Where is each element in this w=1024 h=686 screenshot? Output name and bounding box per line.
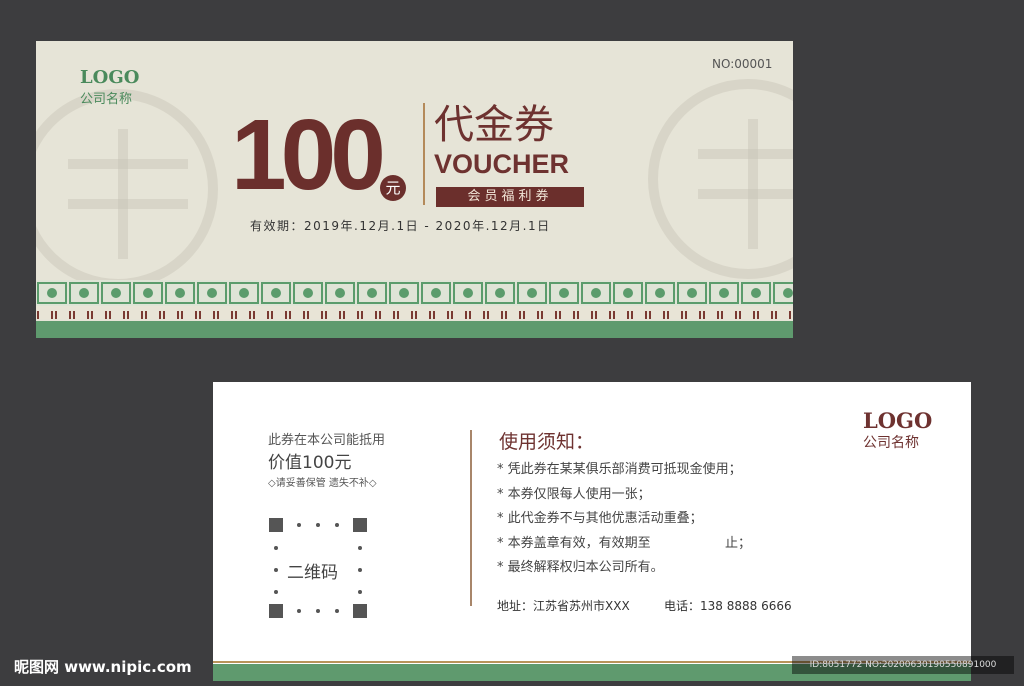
- redeem-line-1: 此券在本公司能抵用: [268, 433, 386, 448]
- qr-code-label: 二维码: [287, 563, 338, 583]
- rule-item: * 凭此券在某某俱乐部消费可抵现金使用；: [497, 462, 742, 477]
- voucher-title-cn: 代金券: [434, 102, 554, 148]
- fret-band: [36, 306, 793, 319]
- phone: 电话：138 8888 6666: [664, 599, 792, 613]
- voucher-title-en: VOUCHER: [434, 149, 570, 179]
- back-company-name: 公司名称: [863, 435, 919, 451]
- front-company-name: 公司名称: [80, 92, 133, 107]
- title-divider: [423, 103, 425, 205]
- back-logo: LOGO: [863, 408, 933, 433]
- voucher-front: LOGO 公司名称 NO:00001 100 元 代金券 VOUCHER 会员福…: [36, 41, 793, 338]
- voucher-amount: 100: [231, 99, 386, 211]
- member-tag-label: 会员福利券: [467, 189, 553, 204]
- qr-code-placeholder: 二维码: [269, 518, 367, 618]
- decorative-seal-right: [648, 79, 793, 279]
- notice-title: 使用须知：: [499, 431, 595, 453]
- address: 地址：江苏省苏州市XXX: [497, 599, 630, 613]
- redeem-value: 价值100元: [268, 453, 352, 473]
- rules-list: * 凭此券在某某俱乐部消费可抵现金使用； * 本券仅限每人使用一张； * 此代金…: [497, 458, 751, 581]
- rule-item: * 此代金券不与其他优惠活动重叠；: [497, 511, 703, 526]
- green-stripe: [36, 321, 793, 338]
- image-id-text: ID:8051772 NO:20200630190550891000: [809, 660, 997, 670]
- member-tag: 会员福利券: [436, 187, 584, 207]
- amount-unit: 元: [385, 179, 401, 197]
- voucher-back: 此券在本公司能抵用 价值100元 ◇请妥善保管 遗失不补◇ 二维码 使用须知： …: [213, 382, 971, 681]
- storage-note: ◇请妥善保管 遗失不补◇: [268, 478, 377, 489]
- image-id-watermark: ID:8051772 NO:20200630190550891000: [792, 656, 1014, 674]
- front-logo: LOGO: [80, 67, 140, 88]
- serial-number: NO:00001: [712, 57, 773, 71]
- amount-unit-badge: 元: [380, 175, 406, 201]
- decorative-seal-left: [36, 89, 218, 289]
- rule-item: * 本券仅限每人使用一张；: [497, 486, 651, 502]
- lattice-band: [36, 280, 793, 306]
- back-divider: [470, 430, 472, 606]
- rule-item: * 本券盖章有效，有效期至 止；: [497, 535, 752, 551]
- rule-item: * 最终解释权归本公司所有。: [497, 560, 664, 575]
- validity-period: 有效期：2019年.12月.1日 - 2020年.12月.1日: [250, 219, 551, 233]
- site-watermark: 昵图网 www.nipic.com: [14, 658, 192, 676]
